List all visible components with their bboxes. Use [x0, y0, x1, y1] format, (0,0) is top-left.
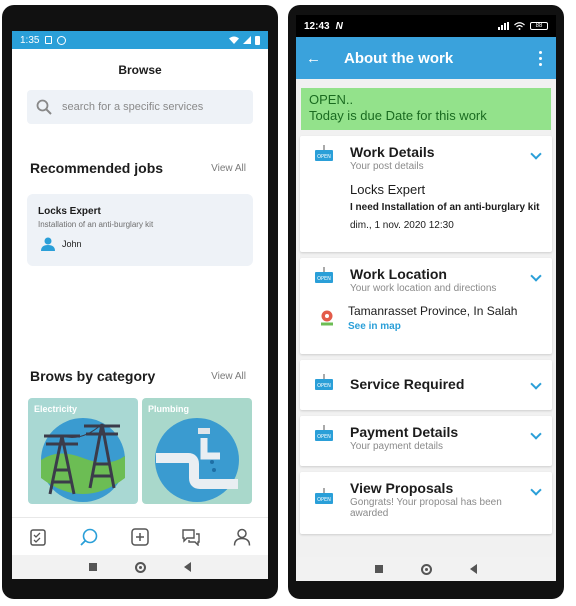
nav-search[interactable]	[78, 526, 100, 548]
status-banner: OPEN.. Today is due Date for this work	[301, 88, 551, 130]
recommended-header: Recommended jobs View All	[30, 160, 246, 176]
back-triangle-icon[interactable]	[184, 562, 191, 572]
left-phone-frame: 1:35 Browse search for a specific servic…	[2, 5, 278, 599]
back-triangle-icon[interactable]	[470, 564, 477, 574]
appbar-title: About the work	[344, 49, 454, 67]
messages-icon	[182, 528, 200, 546]
payment-details-card[interactable]: OPEN Payment Details Your payment detail…	[300, 416, 552, 466]
about-work-screen: 12:43 N 88 ← About the work OPEN.. Today…	[296, 15, 556, 581]
status-bar: 12:43 N 88	[296, 15, 556, 37]
work-details-title: Work Details	[350, 144, 435, 160]
svg-text:OPEN: OPEN	[317, 154, 331, 160]
work-details-body: Locks Expert I need Installation of an a…	[350, 182, 542, 231]
battery-icon: 88	[530, 22, 548, 30]
svg-text:OPEN: OPEN	[317, 383, 331, 389]
more-vert-icon[interactable]	[534, 50, 546, 66]
page-title: Browse	[118, 63, 162, 77]
payment-details-subtitle: Your payment details	[350, 441, 444, 452]
work-details-subtitle: Your post details	[350, 161, 424, 172]
svg-text:OPEN: OPEN	[317, 497, 331, 503]
signal-icon	[243, 36, 251, 44]
bottom-navigation	[12, 517, 268, 555]
system-navigation-bar	[12, 555, 268, 579]
browse-screen: 1:35 Browse search for a specific servic…	[12, 31, 268, 579]
system-navigation-bar	[296, 557, 556, 581]
chat-search-icon	[80, 528, 98, 546]
status-bar: 1:35	[12, 31, 268, 49]
recommended-view-all-link[interactable]: View All	[211, 163, 246, 174]
job-user: John	[41, 237, 242, 251]
tasks-icon	[29, 528, 46, 546]
map-pin-icon	[321, 310, 333, 326]
home-icon[interactable]	[135, 561, 146, 573]
nav-add[interactable]	[129, 526, 151, 548]
category-label-electricity: Electricity	[34, 404, 78, 414]
category-grid: Electricity Plumbing	[28, 398, 252, 504]
wifi-icon	[514, 22, 525, 30]
categories-view-all-link[interactable]: View All	[211, 371, 246, 382]
user-icon	[41, 237, 55, 251]
categories-header: Brows by category View All	[30, 368, 246, 384]
job-card[interactable]: Locks Expert Installation of an anti-bur…	[27, 194, 253, 266]
signal-icon	[498, 22, 509, 30]
payment-details-title: Payment Details	[350, 424, 459, 440]
recents-icon[interactable]	[89, 563, 97, 571]
app-bar: ← About the work	[296, 37, 556, 79]
job-user-name: John	[62, 239, 82, 249]
status-time: 1:35	[20, 34, 40, 46]
recents-icon[interactable]	[375, 565, 383, 573]
open-sign-icon: OPEN	[315, 425, 333, 441]
search-icon	[36, 99, 52, 115]
see-in-map-link[interactable]: See in map	[348, 321, 517, 332]
work-location-title: Work Location	[350, 266, 447, 282]
svg-text:OPEN: OPEN	[317, 434, 331, 440]
job-title: Locks Expert	[38, 206, 101, 217]
category-label-plumbing: Plumbing	[148, 404, 189, 414]
nav-tasks[interactable]	[27, 526, 49, 548]
service-required-card[interactable]: OPEN Service Required	[300, 360, 552, 410]
category-tile-plumbing[interactable]: Plumbing	[142, 398, 252, 504]
job-description: Installation of an anti-burglary kit	[38, 220, 154, 229]
status-time: 12:43	[304, 20, 330, 32]
open-sign-icon: OPEN	[315, 267, 333, 283]
banner-due-text: Today is due Date for this work	[309, 108, 487, 123]
recommended-title: Recommended jobs	[30, 160, 164, 176]
categories-title: Brows by category	[30, 368, 156, 384]
sync-icon	[57, 35, 67, 45]
profile-icon	[234, 528, 251, 546]
open-sign-icon: OPEN	[315, 488, 333, 504]
home-icon[interactable]	[421, 563, 432, 575]
job-title: Locks Expert	[350, 182, 426, 197]
back-arrow-icon[interactable]: ←	[306, 50, 328, 67]
location-row: Tamanrasset Province, In Salah See in ma…	[320, 304, 542, 332]
service-required-title: Service Required	[350, 376, 465, 392]
view-proposals-subtitle: Gongrats! Your proposal has been awarded	[350, 497, 502, 519]
work-location-subtitle: Your work location and directions	[350, 283, 497, 294]
category-tile-electricity[interactable]: Electricity	[28, 398, 138, 504]
work-location-card[interactable]: OPEN Work Location Your work location an…	[300, 258, 552, 354]
sd-card-icon	[45, 36, 53, 44]
nav-messages[interactable]	[180, 526, 202, 548]
app-logo-text: N	[335, 20, 343, 32]
add-icon	[131, 527, 149, 546]
view-proposals-card[interactable]: OPEN View Proposals Gongrats! Your propo…	[300, 472, 552, 534]
job-description: I need Installation of an anti-burglary …	[350, 202, 540, 213]
nav-profile[interactable]	[231, 526, 253, 548]
location-text: Tamanrasset Province, In Salah	[348, 304, 518, 318]
job-date: dim., 1 nov. 2020 12:30	[350, 220, 454, 231]
svg-text:OPEN: OPEN	[317, 276, 331, 282]
view-proposals-title: View Proposals	[350, 480, 454, 496]
banner-status-text: OPEN..	[309, 92, 354, 107]
work-details-card[interactable]: OPEN Work Details Your post details Lock…	[300, 136, 552, 252]
wifi-icon	[229, 36, 239, 44]
open-sign-icon: OPEN	[315, 374, 333, 390]
screenshot-canvas: 1:35 Browse search for a specific servic…	[0, 0, 576, 606]
right-phone-frame: 12:43 N 88 ← About the work OPEN.. Today…	[288, 5, 564, 599]
search-input[interactable]: search for a specific services	[27, 90, 253, 124]
open-sign-icon: OPEN	[315, 145, 333, 161]
search-placeholder: search for a specific services	[62, 101, 204, 113]
battery-icon	[255, 35, 260, 45]
